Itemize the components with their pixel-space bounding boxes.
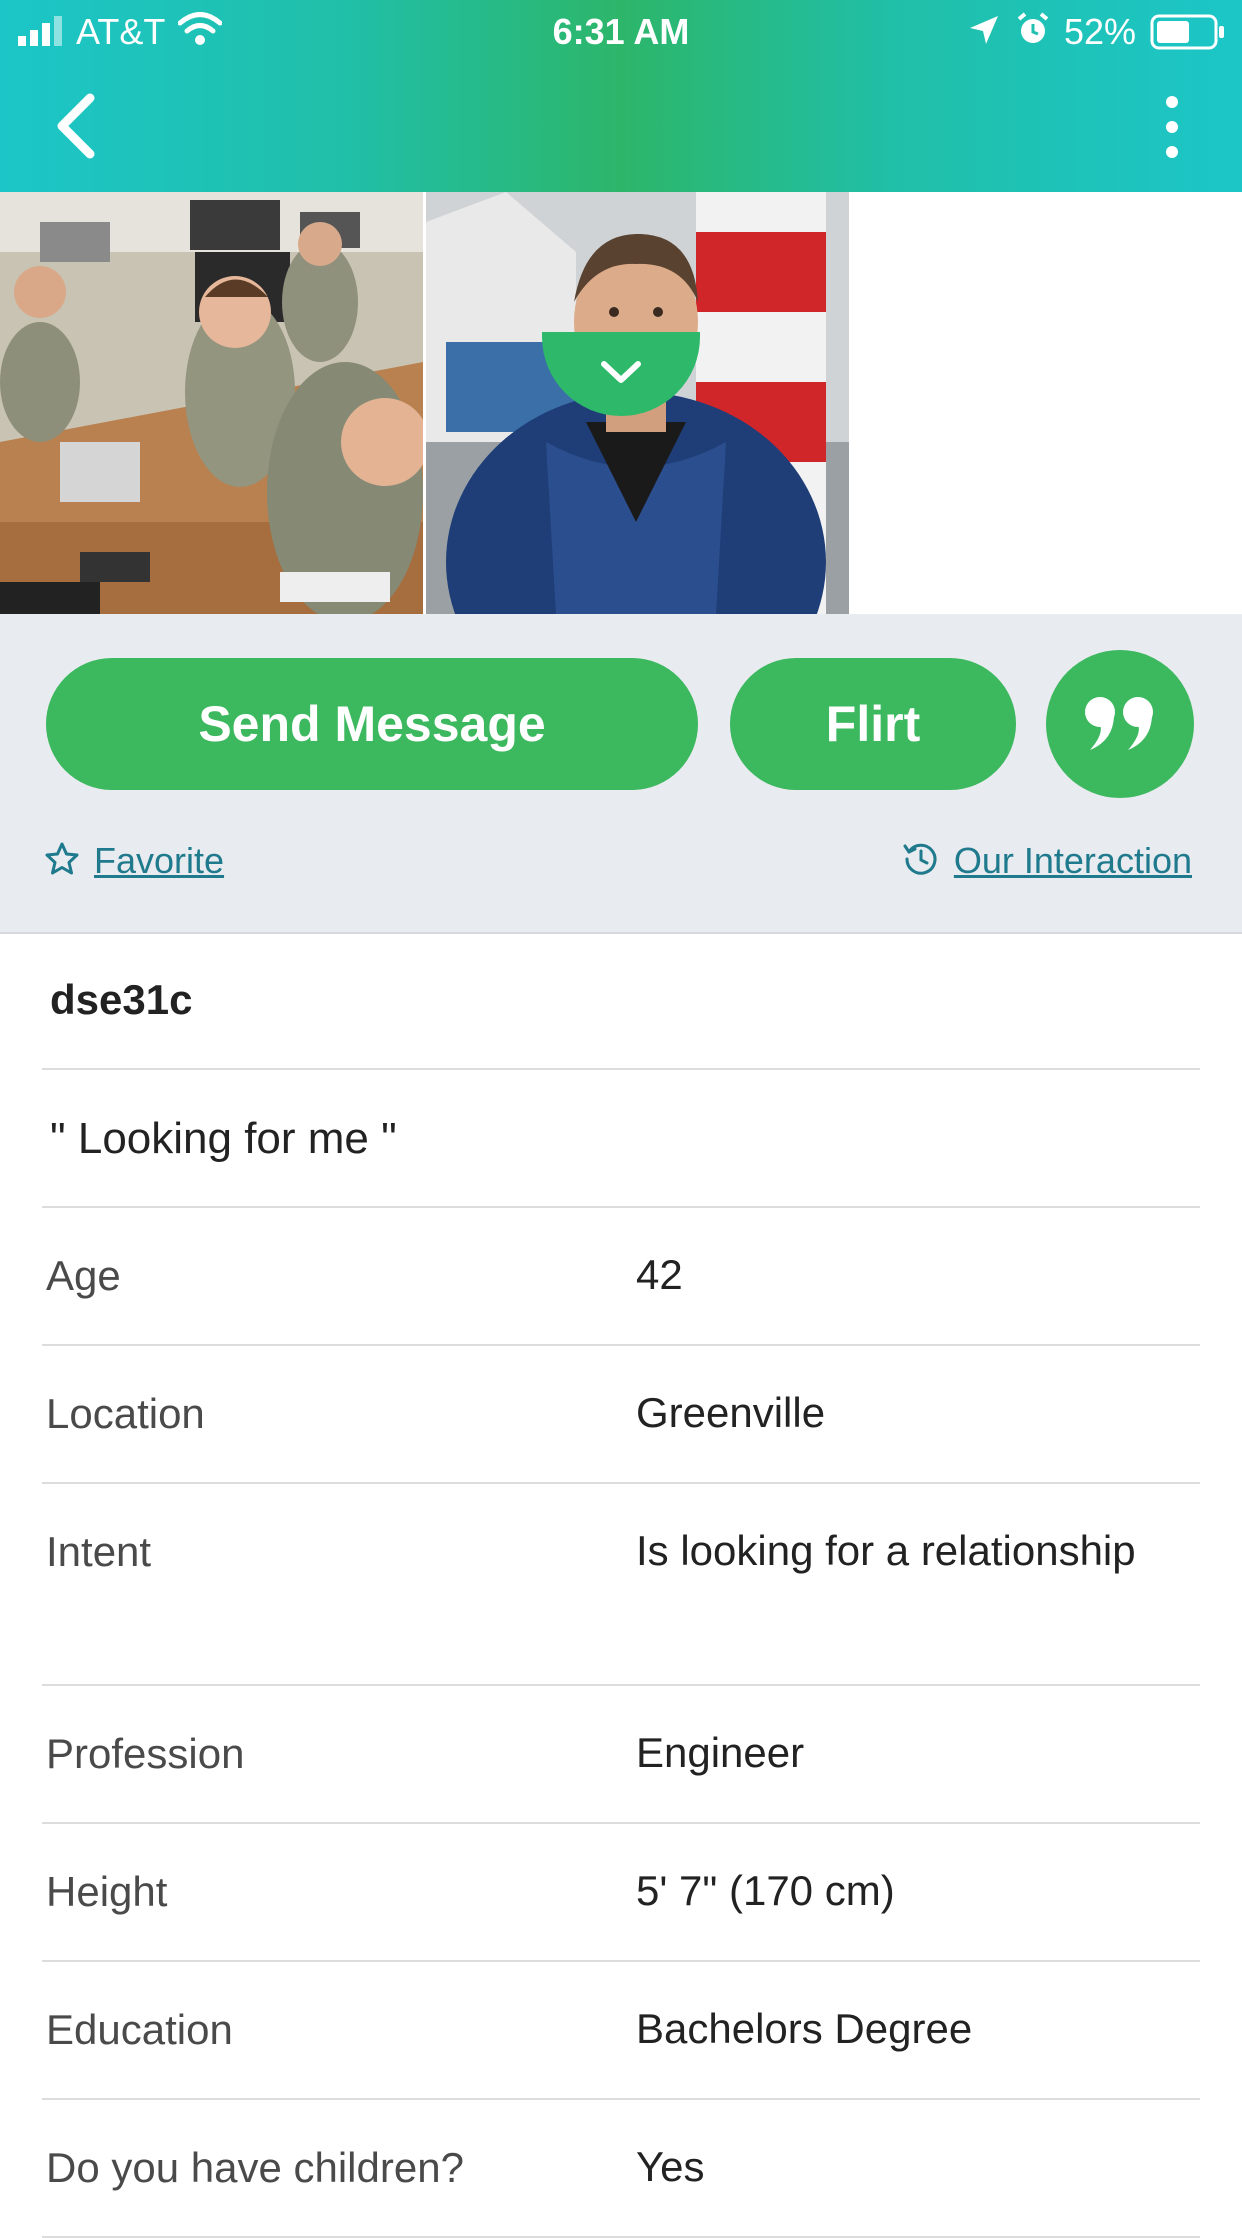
action-panel: Send Message Flirt Favorite Our Interact…	[0, 614, 1242, 934]
detail-label: Profession	[46, 1730, 245, 1777]
battery-icon	[1150, 14, 1224, 50]
detail-row-education: Education Bachelors Degree	[42, 1962, 1200, 2100]
detail-label: Do you have children?	[46, 2144, 464, 2191]
detail-row-profession: Profession Engineer	[42, 1686, 1200, 1824]
detail-row-children: Do you have children? Yes	[42, 2100, 1200, 2238]
detail-row-height: Height 5' 7" (170 cm)	[42, 1824, 1200, 1962]
detail-label: Education	[46, 2006, 233, 2053]
detail-value: Engineer	[636, 1729, 805, 1776]
username-row: dse31c	[42, 932, 1200, 1070]
detail-label: Height	[46, 1868, 168, 1915]
status-bar: AT&T 6:31 AM 52%	[0, 0, 1242, 64]
our-interaction-label: Our Interaction	[953, 840, 1192, 881]
detail-value: Yes	[636, 2143, 705, 2190]
quote-icon	[1085, 697, 1153, 750]
photo-strip	[0, 192, 1242, 614]
detail-label: Location	[46, 1390, 205, 1437]
profile-details: dse31c " Looking for me " Age 42 Locatio…	[42, 932, 1200, 2238]
detail-row-age: Age 42	[42, 1208, 1200, 1346]
headline: " Looking for me "	[50, 1114, 397, 1163]
detail-value: Is looking for a relationship	[636, 1527, 1136, 1574]
favorite-link[interactable]: Favorite	[44, 836, 224, 886]
detail-label: Intent	[46, 1528, 152, 1575]
detail-row-intent: Intent Is looking for a relationship	[42, 1484, 1200, 1686]
detail-value: Bachelors Degree	[636, 2005, 973, 2052]
our-interaction-link[interactable]: Our Interaction	[902, 836, 1192, 886]
quote-button[interactable]	[1046, 650, 1194, 798]
chevron-down-icon	[601, 361, 641, 383]
app-header: AT&T 6:31 AM 52%	[0, 0, 1242, 192]
detail-label: Age	[46, 1252, 121, 1299]
send-message-button[interactable]: Send Message	[46, 658, 698, 790]
location-arrow-icon	[970, 16, 998, 44]
detail-row-location: Location Greenville	[42, 1346, 1200, 1484]
flirt-button[interactable]: Flirt	[730, 658, 1016, 790]
clock: 6:31 AM	[552, 11, 690, 52]
alarm-icon	[1017, 12, 1049, 43]
back-arrow-icon[interactable]	[50, 90, 102, 162]
profile-photo-1[interactable]	[0, 192, 423, 614]
battery-percent: 52%	[1064, 11, 1137, 52]
detail-value: Greenville	[636, 1389, 826, 1436]
star-icon	[45, 842, 79, 875]
detail-value: 5' 7" (170 cm)	[636, 1867, 895, 1914]
username: dse31c	[50, 976, 193, 1023]
favorite-label: Favorite	[94, 840, 225, 881]
detail-value: 42	[636, 1251, 683, 1298]
more-options-icon[interactable]	[1160, 92, 1184, 162]
headline-row: " Looking for me "	[42, 1070, 1200, 1208]
history-icon	[903, 844, 937, 876]
